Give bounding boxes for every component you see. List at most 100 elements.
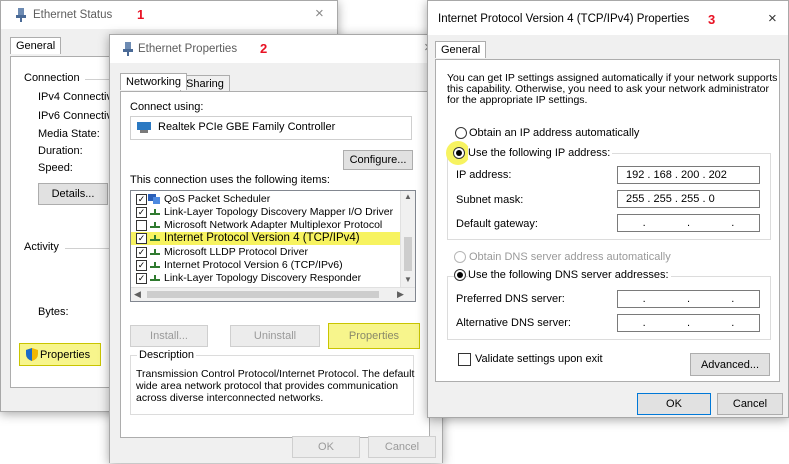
checkbox-icon[interactable] (136, 220, 147, 231)
validate-checkbox[interactable] (458, 353, 471, 366)
scroll-thumb[interactable] (404, 237, 412, 271)
adapter-box: Realtek PCIe GBE Family Controller (130, 116, 412, 140)
description-heading: Description (137, 349, 197, 361)
title-bar: Ethernet Properties 2 × (110, 35, 442, 63)
list-item[interactable]: Microsoft Network Adapter Multiplexor Pr… (131, 219, 415, 232)
ok-button[interactable]: OK (292, 436, 360, 458)
scroll-right-icon[interactable]: ▶ (397, 289, 404, 300)
tab-general[interactable]: General (10, 37, 62, 54)
network-card-icon (137, 122, 151, 133)
configure-button[interactable]: Configure... (343, 150, 413, 170)
checkbox-icon[interactable]: ✓ (136, 194, 147, 205)
list-item[interactable]: ✓ Link-Layer Topology Discovery Mapper I… (131, 206, 415, 219)
subnet-mask-label: Subnet mask: (456, 194, 524, 206)
duration-label: Duration: (38, 145, 83, 157)
alternate-dns-label: Alternative DNS server: (456, 317, 571, 329)
checkbox-icon[interactable]: ✓ (136, 247, 147, 258)
scroll-down-icon[interactable]: ▼ (404, 275, 412, 284)
tab-sharing[interactable]: Sharing (180, 75, 230, 92)
title-bar: Internet Protocol Version 4 (TCP/IPv4) P… (428, 1, 788, 35)
list-item[interactable]: ✓ Link-Layer Topology Discovery Responde… (131, 272, 415, 285)
window-title: Ethernet Properties (138, 43, 238, 55)
properties-button-label: Properties (40, 348, 91, 361)
close-icon[interactable]: × (315, 5, 324, 22)
description-text-line3: across diverse interconnected networks. (136, 392, 324, 404)
ipv6-connectivity-label: IPv6 Connectivit (38, 110, 118, 122)
use-following-dns-radio[interactable] (454, 269, 466, 281)
scroll-up-icon[interactable]: ▲ (404, 192, 412, 201)
ip-address-field[interactable]: 192 . 168 . 200 . 202 (617, 166, 760, 184)
default-gateway-label: Default gateway: (456, 218, 538, 230)
use-following-ip-label: Use the following IP address: (468, 147, 613, 159)
protocol-icon (150, 275, 160, 281)
preferred-dns-label: Preferred DNS server: (456, 293, 565, 305)
window-title: Internet Protocol Version 4 (TCP/IPv4) P… (438, 13, 690, 25)
install-button[interactable]: Install... (130, 325, 208, 347)
items-list[interactable]: ✓ QoS Packet Scheduler ✓ Link-Layer Topo… (130, 190, 416, 302)
validate-label: Validate settings upon exit (475, 353, 603, 365)
title-bar: Ethernet Status 1 × (1, 1, 337, 29)
activity-divider (65, 248, 115, 249)
activity-heading: Activity (24, 241, 59, 253)
checkbox-icon[interactable]: ✓ (136, 273, 147, 284)
shield-icon (26, 348, 38, 361)
connect-using-label: Connect using: (130, 101, 204, 113)
bytes-label: Bytes: (38, 306, 69, 318)
list-item[interactable]: ✓ QoS Packet Scheduler (131, 193, 415, 206)
protocol-icon (150, 222, 160, 228)
tab-general[interactable]: General (435, 41, 487, 58)
obtain-ip-auto-radio[interactable] (455, 127, 467, 139)
protocol-icon (150, 209, 160, 215)
preferred-dns-field[interactable]: ... (617, 290, 760, 308)
ok-button[interactable]: OK (637, 393, 711, 415)
items-label: This connection uses the following items… (130, 174, 330, 186)
speed-label: Speed: (38, 162, 73, 174)
list-item-selected[interactable]: ✓ Internet Protocol Version 4 (TCP/IPv4) (131, 232, 415, 245)
use-following-ip-radio[interactable] (453, 147, 465, 159)
vertical-scrollbar[interactable]: ▲ ▼ (400, 191, 415, 287)
description-text-line1: Transmission Control Protocol/Internet P… (136, 368, 415, 380)
network-adapter-icon (123, 42, 133, 56)
tab-networking[interactable]: Networking (120, 73, 188, 90)
details-button[interactable]: Details... (38, 183, 108, 205)
close-icon[interactable]: × (768, 10, 777, 27)
protocol-icon (150, 262, 160, 268)
checkbox-icon[interactable]: ✓ (136, 233, 147, 244)
list-item[interactable]: ✓ Internet Protocol Version 6 (TCP/IPv6) (131, 259, 415, 272)
obtain-dns-auto-label: Obtain DNS server address automatically (469, 251, 671, 263)
ipv4-properties-window: Internet Protocol Version 4 (TCP/IPv4) P… (427, 0, 789, 418)
obtain-ip-auto-label: Obtain an IP address automatically (469, 127, 640, 139)
intro-text-line3: for the appropriate IP settings. (447, 94, 588, 106)
scroll-left-icon[interactable]: ◀ (134, 289, 141, 300)
description-text-line2: wide area network protocol that provides… (136, 380, 399, 392)
alternate-dns-field[interactable]: ... (617, 314, 760, 332)
connection-heading: Connection (24, 72, 80, 84)
step-number: 2 (260, 41, 268, 56)
h-scroll-thumb[interactable] (147, 291, 379, 298)
advanced-button[interactable]: Advanced... (690, 353, 770, 376)
uninstall-button[interactable]: Uninstall (230, 325, 320, 347)
network-adapter-icon (16, 8, 26, 22)
window-title: Ethernet Status (33, 9, 113, 21)
protocol-icon (150, 235, 160, 241)
cancel-button[interactable]: Cancel (717, 393, 783, 415)
ethernet-properties-window: Ethernet Properties 2 × Networking Shari… (109, 34, 443, 463)
checkbox-icon[interactable]: ✓ (136, 207, 147, 218)
subnet-mask-field[interactable]: 255 . 255 . 255 . 0 (617, 190, 760, 208)
obtain-dns-auto-radio[interactable] (454, 251, 466, 263)
use-following-dns-label: Use the following DNS server addresses: (468, 269, 671, 281)
scheduler-icon (148, 194, 160, 204)
cancel-button[interactable]: Cancel (368, 436, 436, 458)
horizontal-scrollbar[interactable]: ◀ ▶ (131, 287, 415, 301)
list-item[interactable]: ✓ Microsoft LLDP Protocol Driver (131, 246, 415, 259)
protocol-icon (150, 249, 160, 255)
checkbox-icon[interactable]: ✓ (136, 260, 147, 271)
properties-button[interactable]: Properties (19, 343, 101, 366)
properties-button[interactable]: Properties (328, 323, 420, 349)
step-number: 1 (137, 7, 145, 22)
step-number: 3 (708, 12, 716, 27)
ipv4-connectivity-label: IPv4 Connectivit (38, 91, 118, 103)
ip-address-label: IP address: (456, 169, 512, 181)
default-gateway-field[interactable]: ... (617, 214, 760, 232)
media-state-label: Media State: (38, 128, 100, 140)
